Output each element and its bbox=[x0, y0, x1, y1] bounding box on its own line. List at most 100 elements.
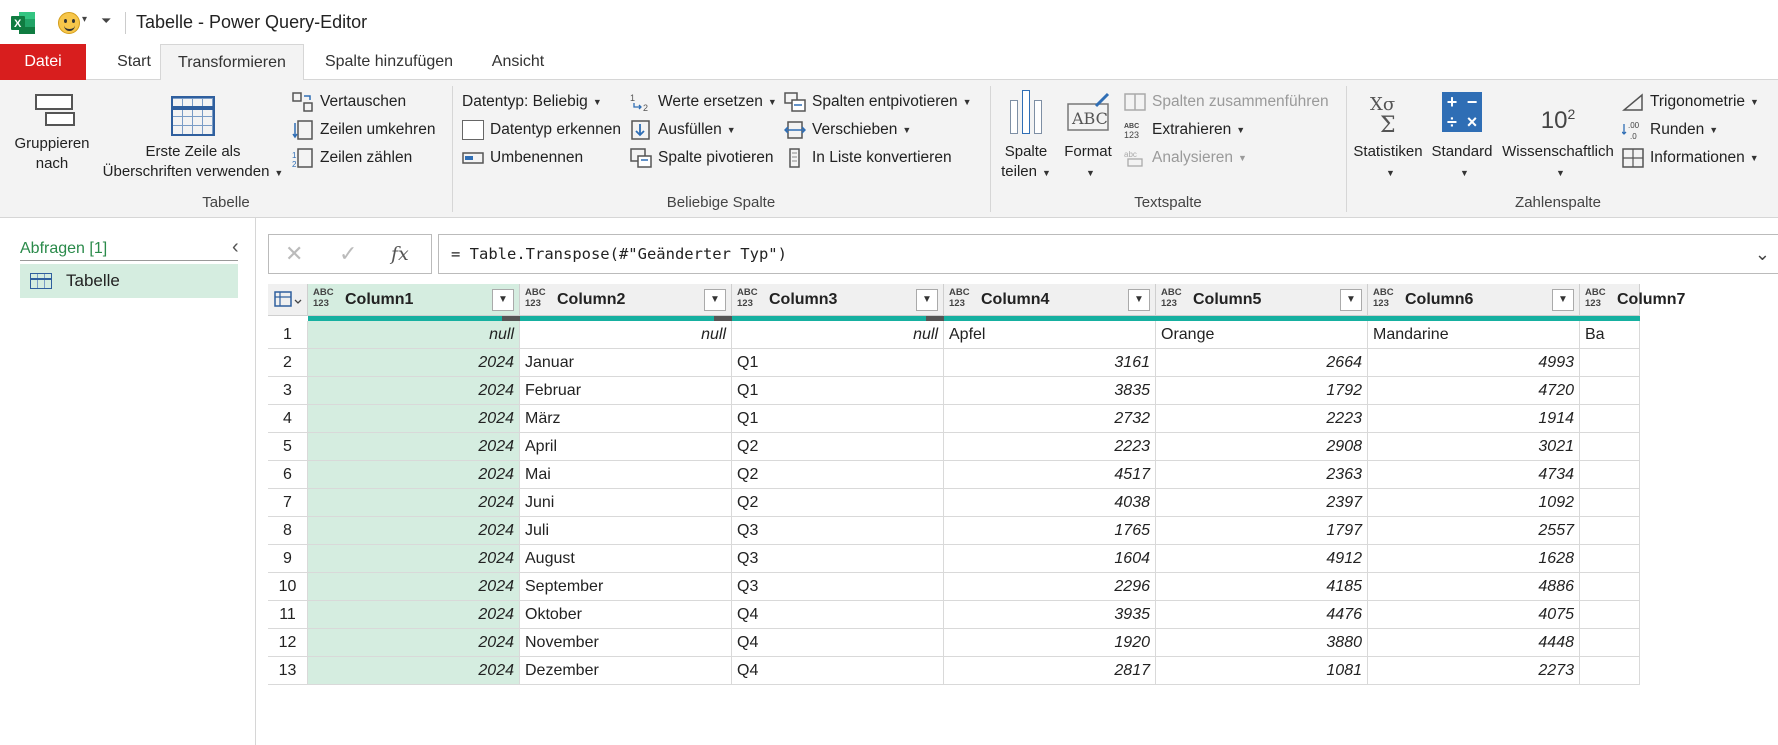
table-cell[interactable]: 2223 bbox=[1156, 405, 1368, 433]
table-cell[interactable]: Dezember bbox=[520, 657, 732, 685]
spalten-zusammenfuehren-button[interactable]: Spalten zusammenführen bbox=[1124, 90, 1329, 114]
spalte-pivotieren-button[interactable]: Spalte pivotieren bbox=[630, 146, 773, 170]
table-cell[interactable]: 1792 bbox=[1156, 377, 1368, 405]
collapse-icon[interactable]: ‹ bbox=[232, 236, 239, 259]
table-cell[interactable] bbox=[1580, 545, 1640, 573]
table-cell[interactable]: Q2 bbox=[732, 489, 944, 517]
table-cell[interactable]: null bbox=[732, 321, 944, 349]
table-cell[interactable]: Mandarine bbox=[1368, 321, 1580, 349]
table-cell[interactable]: Q4 bbox=[732, 657, 944, 685]
column-header-column5[interactable]: ABC 123 Column5 ▼ bbox=[1156, 284, 1368, 316]
tab-spalte-hinzufuegen[interactable]: Spalte hinzufügen bbox=[316, 44, 462, 80]
table-cell[interactable]: 4038 bbox=[944, 489, 1156, 517]
table-cell[interactable]: 1920 bbox=[944, 629, 1156, 657]
tab-transformieren[interactable]: Transformieren bbox=[160, 44, 304, 81]
filter-dropdown-icon[interactable]: ▼ bbox=[704, 289, 726, 311]
table-cell[interactable]: 2296 bbox=[944, 573, 1156, 601]
cancel-icon[interactable]: ✕ bbox=[285, 241, 303, 267]
table-cell[interactable] bbox=[1580, 573, 1640, 601]
table-cell[interactable]: 2273 bbox=[1368, 657, 1580, 685]
table-cell[interactable] bbox=[1580, 629, 1640, 657]
table-cell[interactable] bbox=[1580, 601, 1640, 629]
column-header-column3[interactable]: ABC 123 Column3 ▼ bbox=[732, 284, 944, 316]
table-cell[interactable]: null bbox=[520, 321, 732, 349]
type-any-icon[interactable]: ABC 123 bbox=[1373, 287, 1394, 309]
type-any-icon[interactable]: ABC 123 bbox=[949, 287, 970, 309]
table-cell[interactable]: 2024 bbox=[308, 377, 520, 405]
umbenennen-button[interactable]: Umbenennen bbox=[462, 146, 583, 170]
table-cell[interactable]: 2024 bbox=[308, 601, 520, 629]
table-cell[interactable]: Q2 bbox=[732, 433, 944, 461]
tab-datei[interactable]: Datei bbox=[0, 44, 86, 80]
table-cell[interactable]: 1797 bbox=[1156, 517, 1368, 545]
table-cell[interactable]: August bbox=[520, 545, 732, 573]
table-cell[interactable]: Q4 bbox=[732, 629, 944, 657]
gruppieren-nach-button[interactable]: Gruppieren nach bbox=[6, 90, 98, 174]
table-cell[interactable]: 2024 bbox=[308, 657, 520, 685]
table-cell[interactable]: 2024 bbox=[308, 573, 520, 601]
table-cell[interactable]: 2223 bbox=[944, 433, 1156, 461]
filter-dropdown-icon[interactable]: ▼ bbox=[916, 289, 938, 311]
table-cell[interactable]: 2557 bbox=[1368, 517, 1580, 545]
table-cell[interactable]: 4720 bbox=[1368, 377, 1580, 405]
expand-formula-icon[interactable]: ⌄ bbox=[1755, 235, 1770, 273]
table-cell[interactable]: Oktober bbox=[520, 601, 732, 629]
datentyp-erkennen-button[interactable]: Datentyp erkennen bbox=[462, 118, 621, 142]
table-cell[interactable]: 3880 bbox=[1156, 629, 1368, 657]
in-liste-konvertieren-button[interactable]: In Liste konvertieren bbox=[784, 146, 952, 170]
trigonometrie-button[interactable]: Trigonometrie ▼ bbox=[1621, 90, 1759, 114]
formula-bar[interactable]: = Table.Transpose(#"Geänderter Typ") ⌄ bbox=[438, 234, 1778, 274]
table-cell[interactable]: 3935 bbox=[944, 601, 1156, 629]
table-cell[interactable]: 3161 bbox=[944, 349, 1156, 377]
table-cell[interactable]: 2363 bbox=[1156, 461, 1368, 489]
table-cell[interactable]: Q3 bbox=[732, 573, 944, 601]
format-button[interactable]: ABC Format ▼ bbox=[1058, 92, 1118, 183]
table-cell[interactable]: Q3 bbox=[732, 517, 944, 545]
table-cell[interactable]: 4993 bbox=[1368, 349, 1580, 377]
table-cell[interactable]: Q3 bbox=[732, 545, 944, 573]
table-cell[interactable]: September bbox=[520, 573, 732, 601]
table-cell[interactable] bbox=[1580, 517, 1640, 545]
table-cell[interactable]: Apfel bbox=[944, 321, 1156, 349]
filter-dropdown-icon[interactable]: ▼ bbox=[492, 289, 514, 311]
table-cell[interactable] bbox=[1580, 461, 1640, 489]
type-any-icon[interactable]: ABC 123 bbox=[1585, 287, 1606, 309]
table-cell[interactable]: 2024 bbox=[308, 461, 520, 489]
table-cell[interactable]: Orange bbox=[1156, 321, 1368, 349]
table-cell[interactable] bbox=[1580, 377, 1640, 405]
table-cell[interactable]: 2024 bbox=[308, 349, 520, 377]
filter-dropdown-icon[interactable]: ▼ bbox=[1552, 289, 1574, 311]
table-cell[interactable]: 4476 bbox=[1156, 601, 1368, 629]
spalte-teilen-button[interactable]: Spalte teilen ▼ bbox=[996, 90, 1056, 183]
column-header-column4[interactable]: ABC 123 Column4 ▼ bbox=[944, 284, 1156, 316]
table-cell[interactable]: Februar bbox=[520, 377, 732, 405]
table-cell[interactable]: 3021 bbox=[1368, 433, 1580, 461]
standard-button[interactable]: + − ÷ × Standard ▼ bbox=[1428, 92, 1496, 183]
table-cell[interactable]: 2024 bbox=[308, 433, 520, 461]
spalten-entpivotieren-button[interactable]: Spalten entpivotieren ▼ bbox=[784, 90, 972, 114]
table-cell[interactable]: 1604 bbox=[944, 545, 1156, 573]
fx-icon[interactable]: fx bbox=[391, 243, 409, 265]
table-cell[interactable]: 2024 bbox=[308, 517, 520, 545]
werte-ersetzen-button[interactable]: 12 Werte ersetzen ▼ bbox=[630, 90, 777, 114]
table-cell[interactable]: 4912 bbox=[1156, 545, 1368, 573]
table-cell[interactable]: 4517 bbox=[944, 461, 1156, 489]
table-cell[interactable]: Januar bbox=[520, 349, 732, 377]
table-cell[interactable]: 2664 bbox=[1156, 349, 1368, 377]
query-item-tabelle[interactable]: Tabelle bbox=[20, 264, 238, 298]
table-cell[interactable]: Q1 bbox=[732, 377, 944, 405]
table-cell[interactable]: 4185 bbox=[1156, 573, 1368, 601]
table-cell[interactable] bbox=[1580, 433, 1640, 461]
table-cell[interactable] bbox=[1580, 405, 1640, 433]
table-cell[interactable]: Ba bbox=[1580, 321, 1640, 349]
runden-button[interactable]: .00.0 Runden ▼ bbox=[1621, 118, 1718, 142]
table-cell[interactable]: 2817 bbox=[944, 657, 1156, 685]
verschieben-button[interactable]: Verschieben ▼ bbox=[783, 118, 911, 142]
type-any-icon[interactable]: ABC 123 bbox=[737, 287, 758, 309]
zeilen-zaehlen-button[interactable]: 12 Zeilen zählen bbox=[292, 146, 412, 170]
table-cell[interactable]: Q1 bbox=[732, 405, 944, 433]
table-cell[interactable]: 2397 bbox=[1156, 489, 1368, 517]
table-cell[interactable]: 2024 bbox=[308, 545, 520, 573]
table-cell[interactable]: Q2 bbox=[732, 461, 944, 489]
erste-zeile-als-ueberschriften-button[interactable]: Erste Zeile als Überschriften verwenden ▼ bbox=[98, 96, 288, 183]
